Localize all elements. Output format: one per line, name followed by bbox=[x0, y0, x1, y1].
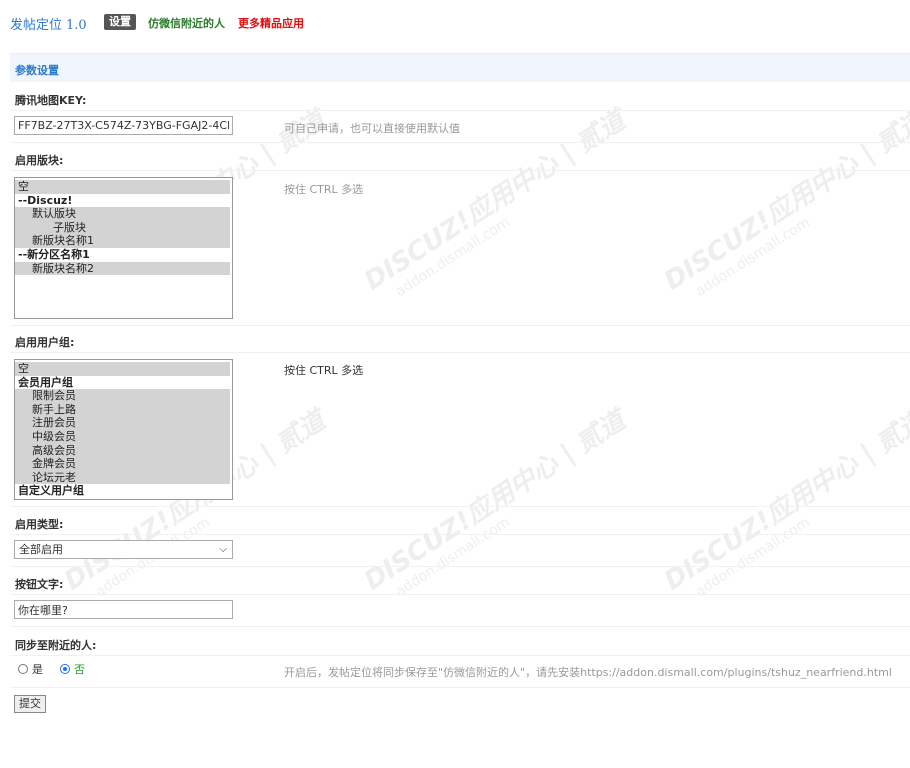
list-option[interactable]: 中级会员 bbox=[15, 429, 230, 444]
list-option[interactable]: 新版块名称1 bbox=[15, 234, 230, 248]
watermark: DISCUZ!应用中心 | 贰道addon.dismall.com bbox=[359, 105, 631, 300]
blocks-multiselect[interactable]: 空 --Discuz! 默认版块 子版块 新版块名称1 --新分区名称1 新版块… bbox=[14, 177, 233, 319]
enable-type-select[interactable]: 全部启用 ⌵ bbox=[14, 540, 233, 559]
tab-settings[interactable]: 设置 bbox=[104, 14, 136, 30]
map-key-input[interactable] bbox=[14, 116, 233, 135]
divider bbox=[10, 626, 910, 627]
chevron-down-icon: ⌵ bbox=[219, 544, 227, 555]
sync-hint: 开启后，发帖定位将同步保存至"仿微信附近的人"，请先安装https://addo… bbox=[284, 666, 892, 679]
list-option[interactable]: 子版块 bbox=[15, 220, 230, 235]
sync-no-radio[interactable]: 否 bbox=[60, 661, 85, 677]
list-option[interactable]: 新手上路 bbox=[15, 402, 230, 417]
enable-type-value: 全部启用 bbox=[19, 543, 63, 556]
list-option-group[interactable]: --Discuz! bbox=[15, 194, 230, 208]
list-option-group[interactable]: 会员用户组 bbox=[15, 376, 230, 390]
watermark: DISCUZ!应用中心 | 贰道addon.dismall.com bbox=[659, 105, 910, 300]
sync-yes-radio[interactable]: 是 bbox=[18, 661, 43, 677]
divider bbox=[10, 594, 910, 595]
list-option[interactable]: 高级会员 bbox=[15, 443, 230, 458]
divider bbox=[10, 110, 910, 111]
key-hint: 可自己申请，也可以直接使用默认值 bbox=[284, 122, 460, 135]
section-header: 参数设置 bbox=[10, 53, 910, 82]
groups-label: 启用用户组: bbox=[15, 336, 75, 349]
list-option[interactable]: 空 bbox=[15, 180, 230, 194]
radio-circle-checked-icon bbox=[60, 664, 70, 674]
top-bar: 发帖定位 1.0 设置 仿微信附近的人 更多精品应用 bbox=[0, 0, 910, 44]
sync-label: 同步至附近的人: bbox=[15, 639, 97, 652]
app-version: 1.0 bbox=[66, 18, 87, 33]
list-option[interactable]: 默认版块 bbox=[15, 207, 230, 221]
watermark: DISCUZ!应用中心 | 贰道addon.dismall.com bbox=[659, 405, 910, 600]
divider bbox=[10, 687, 910, 688]
divider bbox=[10, 566, 910, 567]
app-name: 发帖定位 bbox=[10, 18, 63, 33]
app-title: 发帖定位 1.0 bbox=[10, 14, 87, 33]
watermark: DISCUZ!应用中心 | 贰道addon.dismall.com bbox=[359, 405, 631, 600]
submit-button[interactable]: 提交 bbox=[14, 695, 46, 713]
user-groups-multiselect[interactable]: 空 会员用户组 限制会员 新手上路 注册会员 中级会员 高级会员 金牌会员 论坛… bbox=[14, 359, 233, 500]
button-text-input[interactable] bbox=[14, 600, 233, 619]
list-option[interactable]: 金牌会员 bbox=[15, 457, 230, 471]
list-option[interactable]: 注册会员 bbox=[15, 416, 230, 430]
radio-circle-icon bbox=[18, 664, 28, 674]
list-option-group[interactable]: --新分区名称1 bbox=[15, 248, 230, 262]
divider bbox=[10, 170, 910, 171]
list-option-group[interactable]: 自定义用户组 bbox=[15, 484, 230, 498]
enable-type-label: 启用类型: bbox=[15, 518, 64, 531]
divider bbox=[10, 506, 910, 507]
divider bbox=[10, 325, 910, 326]
blocks-label: 启用版块: bbox=[15, 154, 64, 167]
list-option[interactable]: 空 bbox=[15, 362, 230, 376]
divider bbox=[10, 534, 910, 535]
list-option[interactable]: 论坛元老 bbox=[15, 470, 230, 485]
divider bbox=[10, 655, 910, 656]
groups-hint: 按住 CTRL 多选 bbox=[284, 364, 364, 377]
section-title: 参数设置 bbox=[15, 64, 59, 77]
list-option[interactable]: 限制会员 bbox=[15, 389, 230, 403]
sync-yes-label: 是 bbox=[32, 663, 43, 676]
divider bbox=[10, 142, 910, 143]
more-apps-link[interactable]: 更多精品应用 bbox=[238, 15, 304, 31]
sync-no-label: 否 bbox=[74, 663, 85, 676]
divider bbox=[10, 352, 910, 353]
key-label: 腾讯地图KEY: bbox=[15, 94, 87, 107]
nearby-people-link[interactable]: 仿微信附近的人 bbox=[148, 15, 225, 31]
list-option[interactable]: 新版块名称2 bbox=[15, 261, 230, 276]
button-text-label: 按钮文字: bbox=[15, 578, 64, 591]
blocks-hint: 按住 CTRL 多选 bbox=[284, 183, 364, 196]
